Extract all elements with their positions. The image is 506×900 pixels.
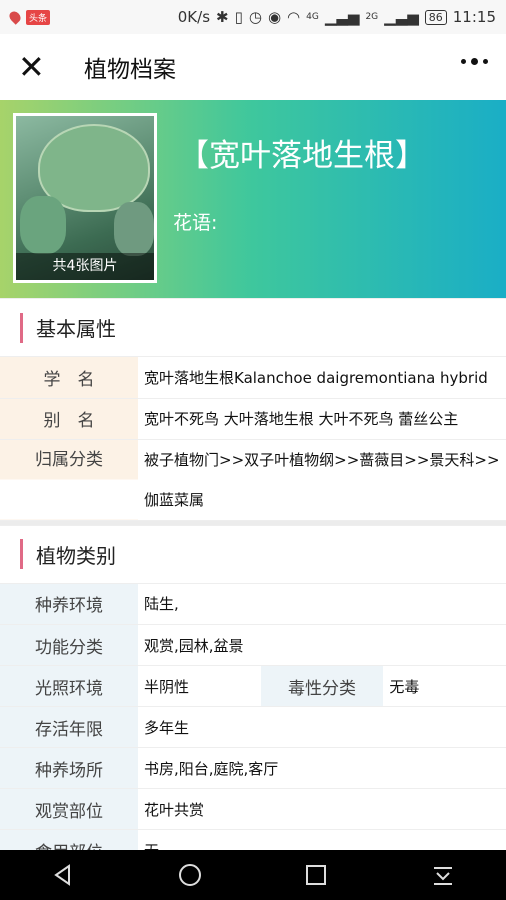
row-label: 毒性分类 (260, 665, 384, 707)
section-accent-bar (20, 312, 23, 343)
recents-square-icon (306, 865, 327, 885)
row-label: 种养环境 (0, 583, 138, 625)
more-dot-icon (483, 59, 488, 64)
section-title: 植物类别 (36, 543, 116, 568)
location-pin-icon (7, 9, 23, 25)
section-basic-header: 基本属性 (0, 298, 506, 357)
recents-button[interactable] (296, 855, 336, 895)
row-value: 半阴性 (138, 665, 261, 707)
row-label: 种养场所 (0, 747, 138, 789)
vibrate-icon: ▯ (234, 8, 243, 26)
eye-icon: ◉ (267, 8, 282, 26)
table-row: 学 名 宽叶落地生根Kalanchoe daigremontiana hybri… (0, 357, 506, 399)
network-speed: 0K/s (177, 8, 211, 26)
table-row: 功能分类 观赏,园林,盆景 (0, 624, 506, 666)
news-app-icon: 头条 (26, 9, 51, 25)
bluetooth-icon: ✱ (216, 8, 229, 26)
section-accent-bar (20, 539, 23, 569)
more-dot-icon (461, 59, 466, 64)
flower-language-label: 花语: (173, 212, 218, 234)
signal-1-label: 4G (306, 12, 319, 22)
row-value: 无毒 (383, 665, 506, 707)
leaf-shape (114, 202, 154, 256)
image-count-caption: 共4张图片 (16, 253, 154, 280)
row-value: 多年生 (138, 706, 506, 748)
table-row: 存活年限 多年生 (0, 706, 506, 748)
plant-hero: 共4张图片 【宽叶落地生根】 花语: (0, 100, 506, 298)
status-time: 11:15 (452, 8, 496, 26)
basic-attributes-table: 学 名 宽叶落地生根Kalanchoe daigremontiana hybri… (0, 357, 506, 521)
row-label: 归属分类 (0, 439, 138, 521)
page-title: 植物档案 (84, 57, 176, 83)
row-value: 花叶共赏 (138, 788, 506, 830)
section-category-header: 植物类别 (0, 524, 506, 584)
row-value: 宽叶不死鸟 大叶落地生根 大叶不死鸟 蕾丝公主 (138, 398, 506, 440)
table-row: 别 名 宽叶不死鸟 大叶落地生根 大叶不死鸟 蕾丝公主 (0, 398, 506, 440)
status-bar: 头条 0K/s ✱ ▯ ◷ ◉ ◠ 4G ▁▃▅ 2G ▁▃▅ 86 11:15 (0, 0, 506, 34)
android-nav-bar (0, 850, 506, 900)
signal-2-label: 2G (365, 12, 379, 22)
wifi-icon: ◠ (287, 8, 301, 26)
row-value: 宽叶落地生根Kalanchoe daigremontiana hybrid (138, 357, 506, 399)
table-row: 种养场所 书房,阳台,庭院,客厅 (0, 747, 506, 789)
battery-indicator: 86 (424, 9, 447, 25)
row-label: 功能分类 (0, 624, 138, 666)
back-button[interactable] (43, 855, 83, 895)
row-value: 观赏,园林,盆景 (138, 624, 506, 666)
row-label: 存活年限 (0, 706, 138, 748)
plant-category-table: 种养环境 陆生, 功能分类 观赏,园林,盆景 光照环境 半阴性 毒性分类 无毒 … (0, 583, 506, 871)
signal-bars-icon: ▁▃▅ (324, 8, 360, 26)
section-title: 基本属性 (36, 317, 116, 341)
more-dot-icon (471, 58, 478, 65)
table-row: 光照环境 半阴性 毒性分类 无毒 (0, 665, 506, 707)
row-label: 别 名 (0, 398, 138, 440)
pull-down-icon (433, 867, 452, 885)
more-menu-button[interactable] (461, 58, 488, 65)
row-value: 陆生, (138, 583, 506, 625)
signal-bars-2-icon: ▁▃▅ (384, 8, 419, 26)
notification-pull-button[interactable] (423, 855, 463, 895)
alarm-icon: ◷ (248, 8, 262, 26)
row-label: 观赏部位 (0, 788, 138, 830)
home-button[interactable] (170, 855, 210, 895)
back-triangle-icon (54, 864, 71, 886)
table-row: 种养环境 陆生, (0, 583, 506, 625)
plant-photo[interactable]: 共4张图片 (13, 113, 157, 283)
row-value: 书房,阳台,庭院,客厅 (138, 747, 506, 789)
plant-name: 【宽叶落地生根】 (178, 138, 426, 174)
row-label: 学 名 (0, 357, 138, 399)
row-label: 光照环境 (0, 665, 138, 707)
leaf-shape (20, 196, 66, 254)
table-row: 观赏部位 花叶共赏 (0, 788, 506, 830)
close-icon[interactable]: ✕ (18, 51, 52, 83)
title-bar: ✕ 植物档案 (0, 34, 506, 100)
table-row: 归属分类 被子植物门>>双子叶植物纲>>蔷薇目>>景天科>>伽蓝菜属 (0, 439, 506, 521)
home-circle-icon (178, 864, 201, 886)
row-value: 被子植物门>>双子叶植物纲>>蔷薇目>>景天科>>伽蓝菜属 (138, 439, 506, 521)
